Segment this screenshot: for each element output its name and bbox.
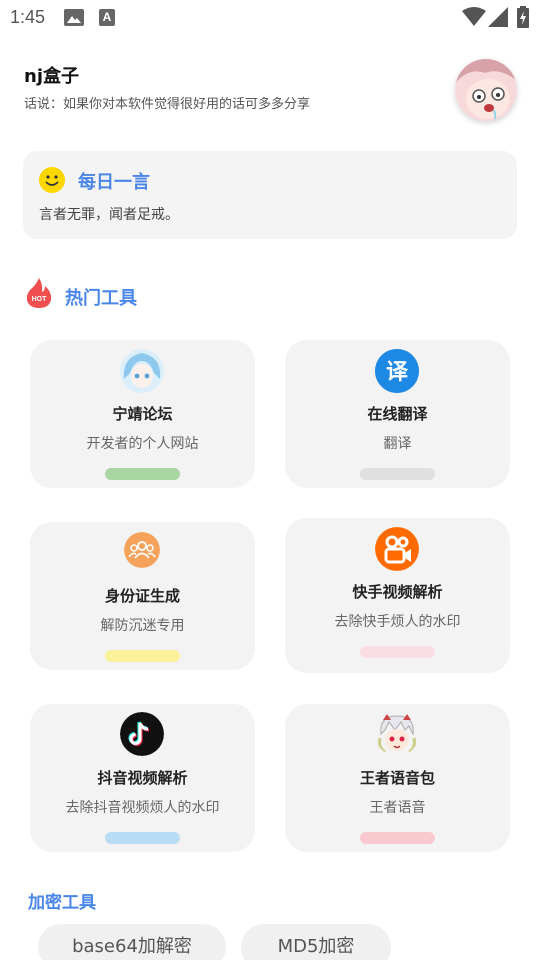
kuaishou-icon xyxy=(375,527,419,571)
anime-character-icon xyxy=(375,712,419,756)
base64-chip[interactable]: base64加解密 xyxy=(38,924,226,960)
tool-color-bar xyxy=(360,468,435,480)
tool-desc: 去除抖音视频烦人的水印 xyxy=(65,800,220,816)
battery-charging-icon xyxy=(517,6,529,28)
avatar[interactable] xyxy=(455,59,517,121)
tool-color-bar xyxy=(105,650,180,662)
encrypt-tools-title: 加密工具 xyxy=(28,893,96,913)
tool-desc: 解防沉迷专用 xyxy=(100,618,185,634)
tiktok-icon xyxy=(120,712,164,756)
image-notification-icon xyxy=(64,9,84,26)
anime-girl-blue-icon xyxy=(120,349,164,393)
tool-desc: 去除快手烦人的水印 xyxy=(334,614,461,630)
status-bar: 1:45 A xyxy=(0,0,540,38)
tool-card-honor-voice[interactable]: 王者语音包 王者语音 xyxy=(285,704,510,852)
tool-card-id-generator[interactable]: 身份证生成 解防沉迷专用 xyxy=(30,522,255,670)
tool-color-bar xyxy=(105,468,180,480)
daily-quote-card[interactable]: 每日一言 言者无罪，闻者足戒。 xyxy=(23,151,517,239)
tool-name: 抖音视频解析 xyxy=(97,769,188,787)
status-time: 1:45 xyxy=(10,7,46,27)
a-notification-icon: A xyxy=(99,9,115,26)
tool-name: 王者语音包 xyxy=(359,769,435,787)
tool-name: 在线翻译 xyxy=(367,405,428,423)
hot-badge-text: HOT xyxy=(32,296,48,303)
tool-desc: 王者语音 xyxy=(369,800,426,816)
tool-name: 身份证生成 xyxy=(104,587,180,605)
app-subtitle: 话说：如果你对本软件觉得很好用的话可多多分享 xyxy=(24,97,311,112)
tool-card-douyin[interactable]: 抖音视频解析 去除抖音视频烦人的水印 xyxy=(30,704,255,852)
tool-desc: 开发者的个人网站 xyxy=(86,436,199,452)
tool-card-kuaishou[interactable]: 快手视频解析 去除快手烦人的水印 xyxy=(285,518,510,673)
svg-text:译: 译 xyxy=(386,360,409,385)
tool-name: 宁靖论坛 xyxy=(112,405,173,423)
hot-tools-title: 热门工具 xyxy=(65,288,137,309)
tool-desc: 翻译 xyxy=(383,436,412,452)
hot-fire-icon: HOT xyxy=(26,278,52,308)
md5-chip[interactable]: MD5加密 xyxy=(241,924,391,960)
signal-icon xyxy=(488,7,508,27)
people-icon xyxy=(124,532,160,568)
tool-color-bar xyxy=(360,646,435,658)
tool-name: 快手视频解析 xyxy=(352,583,443,601)
wifi-icon xyxy=(462,7,486,26)
tool-card-translate[interactable]: 译 在线翻译 翻译 xyxy=(285,340,510,488)
daily-quote-text: 言者无罪，闻者足戒。 xyxy=(39,207,179,223)
tool-card-forum[interactable]: 宁靖论坛 开发者的个人网站 xyxy=(30,340,255,488)
avatar-face-icon xyxy=(455,59,517,121)
tool-color-bar xyxy=(105,832,180,844)
daily-quote-title: 每日一言 xyxy=(78,172,150,193)
tool-color-bar xyxy=(360,832,435,844)
app-title: nj盒子 xyxy=(24,66,79,87)
smile-icon xyxy=(39,167,65,193)
translate-icon: 译 xyxy=(375,349,419,393)
